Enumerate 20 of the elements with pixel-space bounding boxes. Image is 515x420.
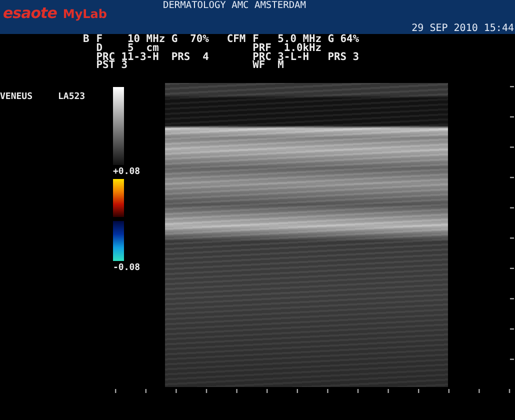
parameter-line: PRC 3-L-H PRS 3	[252, 52, 360, 62]
parameter-line: WF M	[252, 61, 284, 70]
institution-title: DERMATOLOGY AMC AMSTERDAM	[162, 0, 306, 12]
velocity-max-label: +0.08	[113, 167, 140, 177]
parameter-line: PRF 1.0kHz	[252, 44, 322, 53]
positive-velocity-bar	[113, 179, 124, 217]
parameter-line: D 5 cm	[96, 44, 159, 53]
mode-label: CFM	[226, 35, 246, 47]
brand-logo: esaote	[3, 4, 57, 22]
parameter-line: PRC 11-3-H PRS 4	[96, 52, 209, 62]
product-logo: MyLab	[62, 7, 107, 21]
negative-velocity-bar	[113, 221, 124, 261]
parameter-line: F 10 MHz G 70%	[96, 35, 209, 44]
velocity-min-label: -0.08	[113, 263, 140, 273]
probe-label: LA523	[58, 92, 86, 104]
date-time: 29 SEP 2010 15:44	[412, 23, 514, 34]
parameter-line: F 5.0 MHz G 64%	[252, 35, 360, 44]
mode-label: B	[83, 35, 90, 47]
parameter-line: PST 3	[96, 61, 128, 70]
preset-label: VENEUS	[0, 92, 34, 104]
